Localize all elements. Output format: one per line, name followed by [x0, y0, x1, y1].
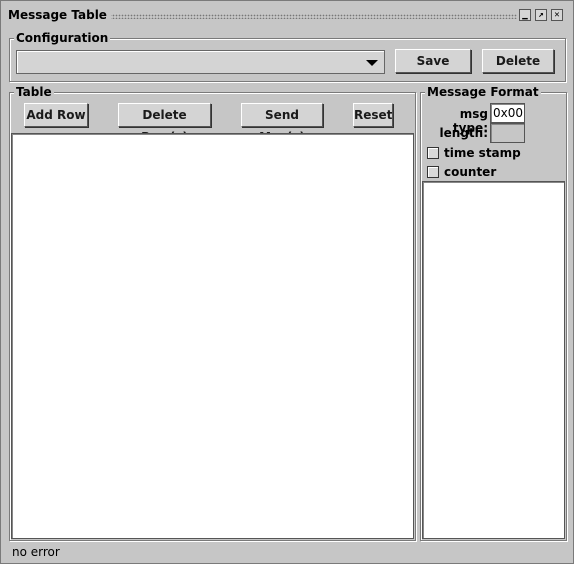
window-title: Message Table: [8, 8, 111, 22]
add-row-button[interactable]: Add Row: [24, 103, 88, 127]
length-input[interactable]: [490, 123, 525, 143]
configuration-group-title: Configuration: [14, 31, 111, 45]
delete-rows-button[interactable]: Delete Row(s): [118, 103, 211, 144]
counter-label: counter: [444, 165, 497, 179]
status-text: no error: [12, 545, 60, 559]
message-format-group-title: Message Format: [425, 85, 541, 99]
message-table-window: Message Table ▁ ↗ ✕ Configuration Save D…: [0, 0, 574, 564]
title-bar[interactable]: Message Table ▁ ↗ ✕: [3, 4, 571, 26]
delete-button[interactable]: Delete: [482, 49, 554, 73]
minimize-icon[interactable]: ▁: [519, 9, 531, 21]
configuration-select[interactable]: [16, 50, 385, 74]
time-stamp-label: time stamp: [444, 146, 521, 160]
close-icon[interactable]: ✕: [551, 9, 563, 21]
reset-button[interactable]: Reset: [353, 103, 393, 127]
send-msgs-button[interactable]: Send Msg(s): [241, 103, 323, 144]
maximize-icon[interactable]: ↗: [535, 9, 547, 21]
save-button[interactable]: Save: [395, 49, 471, 73]
table-group-title: Table: [14, 85, 54, 99]
message-format-list[interactable]: [422, 181, 565, 539]
length-label: length:: [439, 126, 488, 140]
message-table[interactable]: [11, 133, 414, 539]
msg-type-input[interactable]: 0x00: [490, 103, 525, 123]
counter-checkbox[interactable]: [427, 166, 439, 178]
title-bar-grip: [103, 14, 517, 19]
chevron-down-icon[interactable]: [366, 60, 378, 66]
time-stamp-checkbox[interactable]: [427, 147, 439, 159]
